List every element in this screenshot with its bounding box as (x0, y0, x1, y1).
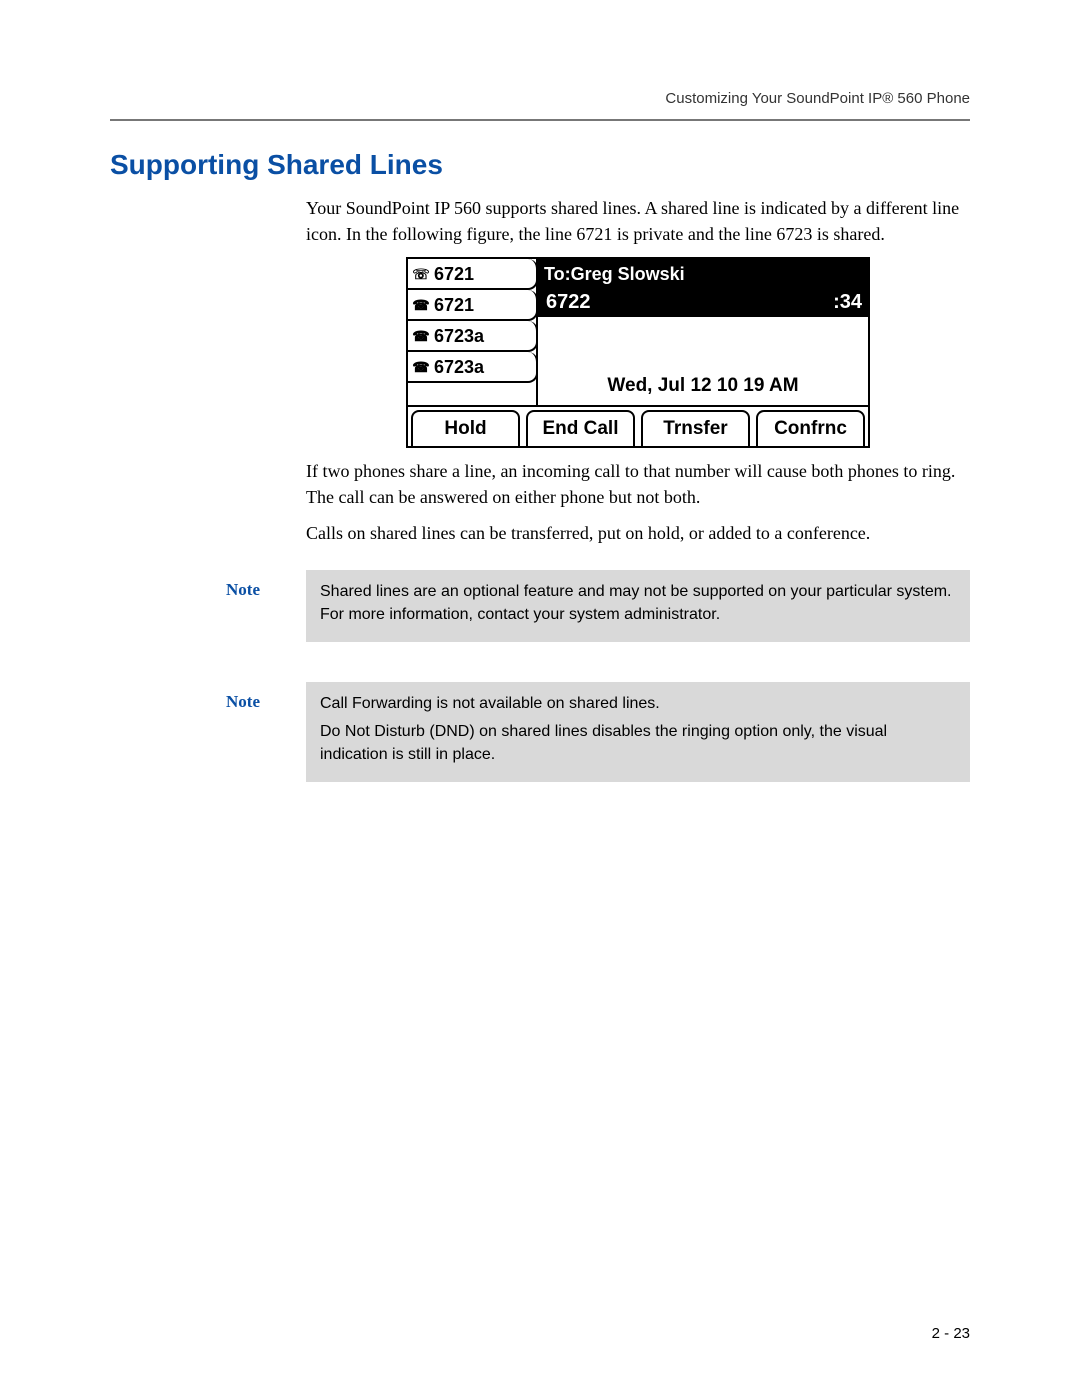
phone-line-label: 6723a (434, 323, 484, 349)
call-to-label: To:Greg Slowski (538, 259, 868, 288)
note-label: Note (226, 570, 306, 642)
phone-icon: ☎ (412, 328, 430, 344)
paragraph-3: Calls on shared lines can be transferred… (306, 520, 970, 546)
running-header: Customizing Your SoundPoint IP® 560 Phon… (110, 90, 970, 107)
softkey-row: Hold End Call Trnsfer Confrnc (408, 405, 868, 446)
phone-line-3: ☎ 6723a (408, 321, 538, 352)
paragraph-2: If two phones share a line, an incoming … (306, 458, 970, 510)
phone-top-area: ☏ 6721 ☎ 6721 ☎ 6723a ☎ 6723a (408, 259, 868, 405)
phone-line-2: ☎ 6721 (408, 290, 538, 321)
softkey-hold: Hold (411, 410, 520, 446)
note-text: Do Not Disturb (DND) on shared lines dis… (320, 720, 956, 766)
body-text: Your SoundPoint IP 560 supports shared l… (306, 195, 970, 546)
softkey-transfer: Trnsfer (641, 410, 750, 446)
phone-line-label: 6721 (434, 292, 474, 318)
softkey-endcall: End Call (526, 410, 635, 446)
document-page: Customizing Your SoundPoint IP® 560 Phon… (0, 0, 1080, 1397)
paragraph-1: Your SoundPoint IP 560 supports shared l… (306, 195, 970, 247)
shared-line-icon: ☏ (412, 266, 430, 282)
note-content: Shared lines are an optional feature and… (306, 570, 970, 642)
section-heading: Supporting Shared Lines (110, 149, 970, 181)
header-rule (110, 119, 970, 121)
phone-screen-figure: ☏ 6721 ☎ 6721 ☎ 6723a ☎ 6723a (406, 257, 870, 448)
note-block-2: Note Call Forwarding is not available on… (226, 682, 970, 782)
call-number-row: 6722 :34 (538, 288, 868, 317)
phone-icon: ☎ (412, 297, 430, 313)
phone-lines-column: ☏ 6721 ☎ 6721 ☎ 6723a ☎ 6723a (408, 259, 538, 405)
note-block-1: Note Shared lines are an optional featur… (226, 570, 970, 642)
phone-line-label: 6721 (434, 261, 474, 287)
phone-line-4: ☎ 6723a (408, 352, 538, 383)
phone-icon: ☎ (412, 359, 430, 375)
softkey-confrnc: Confrnc (756, 410, 865, 446)
phone-line-1: ☏ 6721 (408, 259, 538, 290)
phone-datetime: Wed, Jul 12 10 19 AM (538, 368, 868, 406)
phone-line-label: 6723a (434, 354, 484, 380)
note-label: Note (226, 682, 306, 782)
note-text: Shared lines are an optional feature and… (320, 580, 956, 626)
note-content: Call Forwarding is not available on shar… (306, 682, 970, 782)
note-text: Call Forwarding is not available on shar… (320, 692, 956, 715)
call-timer: :34 (808, 288, 868, 317)
call-number: 6722 (538, 288, 808, 317)
phone-info-column: To:Greg Slowski 6722 :34 Wed, Jul 12 10 … (538, 259, 868, 405)
page-number: 2 - 23 (932, 1325, 970, 1342)
phone-info-spacer (538, 317, 868, 367)
